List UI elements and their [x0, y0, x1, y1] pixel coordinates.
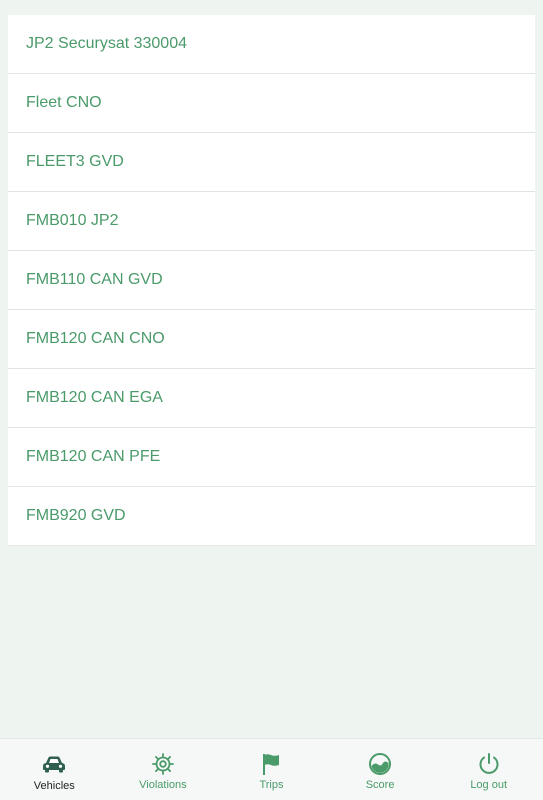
vehicle-item[interactable]: FMB110 CAN GVD	[8, 251, 535, 310]
flag-icon	[258, 752, 284, 776]
vehicle-item[interactable]: Fleet CNO	[8, 74, 535, 133]
bottom-navigation: Vehicles Violations Trips Score Log out	[0, 738, 543, 800]
vehicle-label: FMB920 GVD	[26, 507, 126, 524]
vehicle-item[interactable]: FMB120 CAN PFE	[8, 428, 535, 487]
nav-trips[interactable]: Trips	[217, 739, 326, 800]
vehicle-item[interactable]: JP2 Securysat 330004	[8, 15, 535, 74]
nav-label: Trips	[259, 779, 284, 791]
gauge-icon	[367, 752, 393, 776]
vehicle-label: FLEET3 GVD	[26, 153, 124, 170]
vehicle-item[interactable]: FMB010 JP2	[8, 192, 535, 251]
vehicle-label: FMB120 CAN EGA	[26, 389, 163, 406]
vehicle-label: JP2 Securysat 330004	[26, 35, 187, 52]
nav-label: Vehicles	[33, 780, 75, 792]
nav-label: Violations	[139, 779, 187, 791]
nav-logout[interactable]: Log out	[434, 739, 543, 800]
vehicle-item[interactable]: FLEET3 GVD	[8, 133, 535, 192]
nav-label: Log out	[470, 779, 508, 791]
vehicle-label: FMB110 CAN GVD	[26, 271, 163, 288]
nav-vehicles[interactable]: Vehicles	[0, 739, 109, 800]
vehicle-label: FMB120 CAN CNO	[26, 330, 165, 347]
nav-score[interactable]: Score	[326, 739, 435, 800]
vehicle-item[interactable]: FMB120 CAN CNO	[8, 310, 535, 369]
vehicle-item[interactable]: FMB920 GVD	[8, 487, 535, 546]
nav-label: Score	[365, 779, 395, 791]
vehicle-item[interactable]: FMB120 CAN EGA	[8, 369, 535, 428]
vehicle-label: FMB120 CAN PFE	[26, 448, 161, 465]
vehicle-list: JP2 Securysat 330004 Fleet CNO FLEET3 GV…	[8, 15, 535, 546]
car-icon	[41, 752, 67, 776]
nav-violations[interactable]: Violations	[109, 739, 218, 800]
gear-icon	[150, 752, 176, 776]
vehicle-label: FMB010 JP2	[26, 212, 119, 229]
power-icon	[476, 752, 502, 776]
vehicle-label: Fleet CNO	[26, 94, 102, 111]
